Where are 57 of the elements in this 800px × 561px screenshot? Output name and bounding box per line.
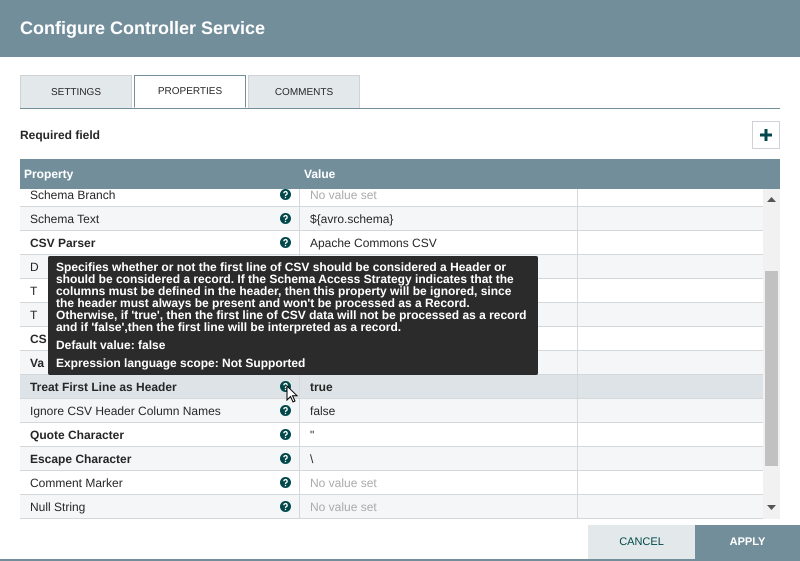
property-name: Schema Text — [30, 212, 100, 226]
tab[interactable]: COMMENTS — [248, 75, 360, 108]
table-row[interactable]: Treat First Line as Header true — [20, 375, 763, 399]
property-name: Va — [30, 356, 44, 370]
table-row[interactable]: Escape Character \ — [20, 447, 763, 471]
property-value: " — [310, 428, 314, 442]
scrollbar-thumb[interactable] — [765, 271, 778, 466]
property-value: ${avro.schema} — [310, 212, 394, 226]
scrollbar[interactable] — [763, 189, 780, 519]
tooltip-scope: Expression language scope: Not Supported — [56, 357, 306, 369]
property-name: Treat First Line as Header — [30, 380, 177, 394]
property-name: Schema Branch — [30, 189, 116, 202]
property-name: Escape Character — [30, 452, 132, 466]
tab[interactable]: PROPERTIES — [134, 75, 246, 108]
table-row[interactable]: CSV Parser Apache Commons CSV — [20, 231, 763, 255]
help-icon[interactable] — [280, 405, 291, 416]
property-value: Apache Commons CSV — [310, 236, 437, 250]
table-row[interactable]: Ignore CSV Header Column Names false — [20, 399, 763, 423]
help-icon[interactable] — [280, 213, 291, 224]
column-header: Property — [23, 166, 74, 183]
table-row[interactable]: Quote Character " — [20, 423, 763, 447]
tab[interactable]: SETTINGS — [20, 75, 132, 108]
table-row[interactable]: Schema Text ${avro.schema} — [20, 207, 763, 231]
property-name: Comment Marker — [30, 476, 123, 490]
scroll-up-icon[interactable] — [767, 197, 776, 202]
window-title: Configure Controller Service — [20, 18, 266, 39]
property-value: No value set — [310, 189, 377, 202]
help-icon[interactable] — [280, 477, 291, 488]
required-field-label: Required field — [20, 128, 100, 142]
cancel-button[interactable]: CANCEL — [588, 525, 695, 559]
table-row[interactable]: Schema Branch No value set — [20, 189, 763, 207]
scroll-down-icon[interactable] — [767, 505, 776, 510]
table-row[interactable]: Comment Marker No value set — [20, 471, 763, 495]
property-name: CSV Parser — [30, 236, 96, 250]
help-icon[interactable] — [280, 501, 291, 512]
property-name: D — [30, 260, 39, 274]
help-icon[interactable] — [280, 189, 291, 200]
help-icon[interactable] — [280, 429, 291, 440]
table-row[interactable]: Null String No value set — [20, 495, 763, 519]
property-name: Ignore CSV Header Column Names — [30, 404, 221, 418]
add-property-button[interactable] — [752, 121, 780, 149]
property-name: T — [30, 308, 38, 322]
property-name: T — [30, 284, 38, 298]
help-icon[interactable] — [280, 237, 291, 248]
help-icon[interactable] — [280, 453, 291, 464]
column-header: Value — [303, 166, 336, 183]
property-value: No value set — [310, 500, 377, 514]
property-value: false — [310, 404, 336, 418]
property-name: CS — [30, 332, 47, 346]
plus-icon — [759, 128, 773, 142]
mouse-cursor-icon — [286, 385, 298, 403]
property-name: Null String — [30, 500, 86, 514]
property-value: No value set — [310, 476, 377, 490]
property-value: \ — [310, 452, 314, 466]
tooltip-default-value: Default value: false — [56, 339, 166, 351]
property-value: true — [310, 380, 333, 394]
property-name: Quote Character — [30, 428, 124, 442]
